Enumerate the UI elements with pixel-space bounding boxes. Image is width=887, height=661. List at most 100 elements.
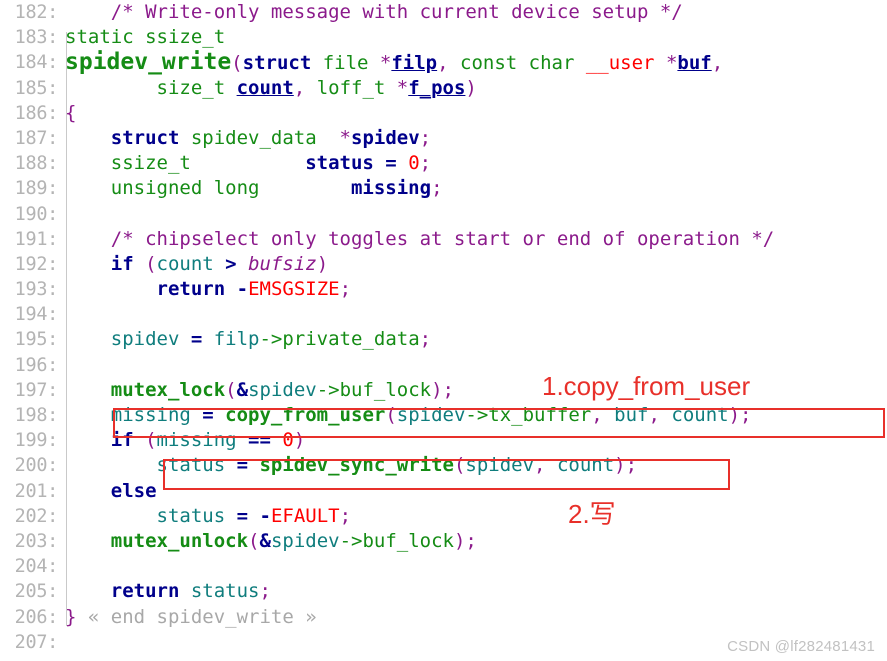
code-line[interactable]: 193: return -EMSGSIZE; bbox=[0, 277, 887, 302]
token-const: EFAULT bbox=[270, 504, 340, 527]
token-ident: buf bbox=[602, 404, 649, 426]
code-line[interactable]: 201: else bbox=[0, 479, 887, 504]
code-line-text: size_t count, loff_t *f_pos) bbox=[58, 76, 477, 101]
token-ident: spidev bbox=[465, 454, 535, 477]
code-line[interactable]: 185: size_t count, loff_t *f_pos) bbox=[0, 76, 887, 101]
token-punct: ; bbox=[419, 126, 432, 149]
line-number: 204: bbox=[14, 556, 59, 578]
token-type: size_t bbox=[65, 76, 237, 99]
code-line[interactable]: 195: spidev = filp->private_data; bbox=[0, 327, 887, 352]
code-line-text: spidev_write(struct file *filp, const ch… bbox=[58, 50, 723, 76]
line-number: 189: bbox=[14, 178, 59, 200]
line-number: 185: bbox=[14, 77, 59, 99]
code-line-text: static ssize_t bbox=[58, 25, 225, 50]
token-type: file bbox=[311, 52, 380, 75]
code-line[interactable]: 194: bbox=[0, 302, 887, 327]
token-member: ->buf_lock bbox=[339, 529, 454, 552]
code-line[interactable]: 182: /* Write-only message with current … bbox=[0, 0, 887, 25]
code-line[interactable]: 197: mutex_lock(&spidev->buf_lock); bbox=[0, 378, 887, 403]
token-ident: missing bbox=[156, 429, 237, 452]
token-keyword: if bbox=[65, 429, 134, 452]
line-number: 195: bbox=[14, 329, 59, 351]
token-op: = bbox=[179, 328, 214, 351]
token-ident: status bbox=[65, 504, 226, 527]
line-number: 201: bbox=[14, 480, 59, 502]
line-number: 183: bbox=[14, 27, 59, 49]
code-line[interactable]: 202: status = -EFAULT; bbox=[0, 504, 887, 529]
code-line[interactable]: 200: status = spidev_sync_write(spidev, … bbox=[0, 453, 887, 478]
line-number: 184: bbox=[14, 52, 59, 74]
token-ident: spidev bbox=[65, 328, 180, 351]
code-line[interactable]: 191: /* chipselect only toggles at start… bbox=[0, 227, 887, 252]
code-line[interactable]: 204: bbox=[0, 554, 887, 579]
line-number: 186: bbox=[14, 102, 59, 124]
token-punct: * bbox=[339, 126, 351, 149]
token-brace: } bbox=[65, 605, 77, 628]
token-type: spidev_data bbox=[179, 126, 340, 149]
code-line-text: ssize_t status = 0; bbox=[58, 151, 431, 176]
token-punct: ) bbox=[293, 429, 306, 452]
token-ident: status bbox=[65, 454, 226, 477]
token-keyword: if bbox=[65, 252, 134, 275]
token-keyword: struct bbox=[242, 52, 312, 75]
line-number: 182: bbox=[14, 2, 59, 23]
watermark: CSDN @lf282481431 bbox=[727, 638, 875, 655]
code-line[interactable]: 199: if (missing == 0) bbox=[0, 428, 887, 453]
code-line[interactable]: 186: { bbox=[0, 101, 887, 126]
code-line[interactable]: 198: missing = copy_from_user(spidev->tx… bbox=[0, 403, 887, 428]
code-line[interactable]: 187: struct spidev_data *spidev; bbox=[0, 126, 887, 151]
line-number: 187: bbox=[14, 127, 59, 149]
code-line-text: { bbox=[58, 101, 76, 126]
code-line[interactable]: 188: ssize_t status = 0; bbox=[0, 151, 887, 176]
code-line[interactable]: 184: spidev_write(struct file *filp, cons… bbox=[0, 50, 887, 75]
code-line-text: spidev = filp->private_data; bbox=[58, 327, 431, 352]
token-punct: , bbox=[591, 404, 603, 426]
line-number: 194: bbox=[14, 304, 59, 326]
token-brace: { bbox=[65, 101, 77, 124]
token-punct: , bbox=[293, 76, 306, 99]
token-func: spidev_sync_write bbox=[259, 454, 454, 477]
token-type bbox=[655, 52, 666, 74]
code-viewer[interactable]: 182: /* Write-only message with current … bbox=[0, 0, 887, 661]
token-punct: ; bbox=[339, 278, 352, 301]
token-ident: count bbox=[156, 252, 214, 275]
code-line[interactable]: 190: bbox=[0, 202, 887, 227]
code-line[interactable]: 203: mutex_unlock(&spidev->buf_lock); bbox=[0, 529, 887, 554]
line-number: 203: bbox=[14, 530, 59, 552]
code-line[interactable]: 205: return status; bbox=[0, 579, 887, 604]
token-keyword: return bbox=[65, 278, 226, 301]
token-punct: ( bbox=[248, 529, 260, 552]
token-op: = bbox=[225, 454, 260, 477]
code-line[interactable]: 196: bbox=[0, 353, 887, 378]
token-punct: ) bbox=[316, 252, 329, 275]
token-punct: * bbox=[379, 52, 392, 75]
line-number: 207: bbox=[14, 631, 59, 653]
token-ident: status bbox=[179, 580, 260, 603]
token-funcdef: spidev_write bbox=[65, 49, 232, 76]
line-number: 192: bbox=[14, 253, 59, 275]
code-line[interactable]: 189: unsigned long missing; bbox=[0, 176, 887, 201]
token-punct: ( bbox=[385, 404, 397, 426]
code-line-text: else bbox=[58, 479, 157, 504]
token-op: - bbox=[259, 504, 271, 527]
token-punct: , bbox=[648, 404, 660, 426]
token-italicvar: bufsiz bbox=[248, 252, 317, 275]
code-line[interactable]: 183: static ssize_t bbox=[0, 25, 887, 50]
token-punct: ( bbox=[225, 378, 237, 401]
line-number: 196: bbox=[14, 354, 59, 376]
line-number: 188: bbox=[14, 153, 59, 175]
token-punct: ; bbox=[259, 580, 271, 603]
code-line-text: mutex_lock(&spidev->buf_lock); bbox=[58, 378, 454, 403]
code-line-text: /* chipselect only toggles at start or e… bbox=[58, 227, 774, 252]
code-line-text: mutex_unlock(&spidev->buf_lock); bbox=[58, 529, 477, 554]
token-type: unsigned long bbox=[65, 177, 351, 200]
code-line-text: status = -EFAULT; bbox=[58, 504, 352, 529]
token-number: 0 bbox=[408, 152, 420, 175]
code-line-text: /* Write-only message with current devic… bbox=[58, 0, 683, 25]
token-user: __user bbox=[585, 52, 655, 75]
code-line[interactable]: 192: if (count > bufsiz) bbox=[0, 252, 887, 277]
token-keyword: else bbox=[65, 479, 157, 502]
code-line[interactable]: 206:} « end spidev_write » bbox=[0, 605, 887, 630]
code-line-text: } « end spidev_write » bbox=[58, 605, 317, 630]
